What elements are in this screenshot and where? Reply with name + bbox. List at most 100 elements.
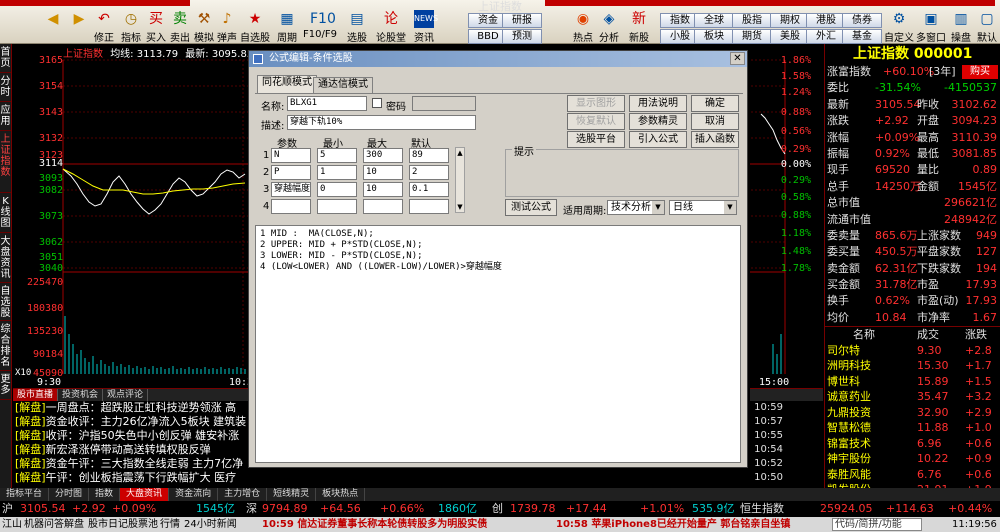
- toolbar-sell-button[interactable]: 卖卖出: [167, 10, 193, 44]
- param-min-input[interactable]: [317, 199, 357, 214]
- left-tab-ranking[interactable]: 综合排名: [0, 321, 11, 371]
- stock-row[interactable]: 九鼎投资 32.90 +2.9: [825, 405, 1000, 421]
- toolbar-period-button[interactable]: ▦ 周期: [274, 10, 300, 44]
- show-chart-button[interactable]: 显示图形: [567, 95, 625, 112]
- tab-ths-mode[interactable]: 同花顺模式: [257, 75, 317, 93]
- left-tab-home[interactable]: 首页: [0, 44, 11, 73]
- stock-row[interactable]: 智慧松德 11.88 +1.0: [825, 420, 1000, 436]
- bottom-item[interactable]: 股市日记: [88, 517, 128, 532]
- toolbar-forum-button[interactable]: 论论股堂: [374, 10, 408, 44]
- ticker-news-1[interactable]: 10:59 信达证券董事长称本轮债转股多为明股实债: [262, 517, 487, 532]
- bottom-item[interactable]: 机器问答: [24, 517, 64, 532]
- param-name-input[interactable]: [271, 199, 311, 214]
- param-max-input[interactable]: [363, 199, 403, 214]
- toolbar-news-button[interactable]: NEWS 资讯: [410, 10, 438, 44]
- period-select[interactable]: 日线 ▼: [669, 200, 737, 215]
- param-tune-button[interactable]: 参数精灵: [629, 113, 687, 130]
- mini-button-forex[interactable]: 外汇: [806, 29, 846, 44]
- bottom-item[interactable]: 24小时新闻: [184, 517, 237, 532]
- scroll-down-icon[interactable]: ▼: [456, 202, 464, 212]
- toolbar-custom-button[interactable]: ⚙ 自定义: [884, 10, 914, 44]
- left-tab-watchlist[interactable]: 自选股: [0, 283, 11, 321]
- usage-button[interactable]: 用法说明: [629, 95, 687, 112]
- toolbar-indicator-button[interactable]: ◷ 指标: [118, 10, 144, 44]
- stock-row[interactable]: 洲明科技 15.30 +1.7: [825, 358, 1000, 374]
- mini-button-bonds[interactable]: 债券: [842, 13, 882, 28]
- ticker-news-2[interactable]: 10:58 苹果iPhone8已经开始量产 郭台铭亲自坐镇: [556, 517, 790, 532]
- toolbar-default-layout-button[interactable]: ▢默认版: [974, 10, 1000, 59]
- stock-row[interactable]: 博世科 15.89 +1.5: [825, 374, 1000, 390]
- bottom-tab-active[interactable]: 大盘资讯: [120, 488, 170, 501]
- toolbar-ipo-button[interactable]: 新新股: [622, 10, 656, 44]
- mini-button-futures[interactable]: 期货: [732, 29, 772, 44]
- left-tab-shanghai-index[interactable]: 上证指数: [0, 131, 11, 193]
- param-max-input[interactable]: 10: [363, 165, 403, 180]
- param-min-input[interactable]: 5: [317, 148, 357, 163]
- toolbar-correct-button[interactable]: ↶ 修正: [90, 10, 118, 44]
- stock-row[interactable]: 神宇股份 10.22 +0.9: [825, 451, 1000, 467]
- stock-row[interactable]: 司尔特 9.30 +2.8: [825, 343, 1000, 359]
- news-tab-opinion[interactable]: 观点评论: [103, 389, 149, 401]
- param-name-input[interactable]: N: [271, 148, 311, 163]
- code-search-input[interactable]: 代码/简拼/功能: [832, 518, 922, 531]
- param-default-input[interactable]: 0.1: [409, 182, 449, 197]
- bottom-item[interactable]: 江山: [2, 517, 22, 532]
- toolbar-watchlist-button[interactable]: ★ 自选股: [240, 10, 270, 44]
- mini-button-us[interactable]: 美股: [770, 29, 810, 44]
- bottom-item[interactable]: 行情: [160, 517, 180, 532]
- stock-row[interactable]: 泰胜风能 6.76 +0.6: [825, 467, 1000, 483]
- forward-button[interactable]: ▶: [66, 10, 92, 42]
- left-tab-more[interactable]: 更多: [0, 371, 11, 400]
- news-tab-live[interactable]: 股市直播: [13, 389, 59, 401]
- bottom-tab[interactable]: 主力增仓: [218, 488, 268, 501]
- mini-button-research[interactable]: 研报: [502, 13, 542, 28]
- back-button[interactable]: ◀: [40, 10, 66, 42]
- mini-button-funds2[interactable]: 基金: [842, 29, 882, 44]
- param-default-input[interactable]: 89: [409, 148, 449, 163]
- bottom-tab[interactable]: 指数: [89, 488, 121, 501]
- mini-button-options[interactable]: 期权: [770, 13, 810, 28]
- param-min-input[interactable]: 1: [317, 165, 357, 180]
- tab-tdx-mode[interactable]: 通达信模式: [313, 77, 373, 93]
- param-max-input[interactable]: 300: [363, 148, 403, 163]
- cancel-button[interactable]: 取消: [691, 113, 739, 130]
- param-min-input[interactable]: 0: [317, 182, 357, 197]
- formula-code-editor[interactable]: 1 MID : MA(CLOSE,N); 2 UPPER: MID + P*STD…: [255, 225, 741, 463]
- news-item[interactable]: [解盘]午评：创业板指震荡下行跌幅扩大 医疗 10:50: [13, 471, 823, 485]
- mini-button-sector[interactable]: 板块: [694, 29, 734, 44]
- mini-button-futures-index[interactable]: 股指: [732, 13, 772, 28]
- param-default-input[interactable]: [409, 199, 449, 214]
- left-tab-apps[interactable]: 应用: [0, 102, 11, 131]
- toolbar-analysis-button[interactable]: ◈ 分析: [596, 10, 622, 44]
- mini-button-hk[interactable]: 港股: [806, 13, 846, 28]
- insert-function-button[interactable]: 插入函数: [691, 131, 739, 148]
- param-scrollbar[interactable]: ▲ ▼: [455, 147, 465, 213]
- param-name-input[interactable]: 穿越幅度: [271, 182, 311, 197]
- toolbar-multiwindow-button[interactable]: ▣ 多窗口: [916, 10, 946, 44]
- ok-button[interactable]: 确定: [691, 95, 739, 112]
- desc-input[interactable]: 穿越下轨10%: [287, 115, 476, 130]
- scroll-up-icon[interactable]: ▲: [456, 148, 464, 158]
- buy-button[interactable]: 购买: [962, 65, 998, 79]
- name-input[interactable]: BLXG1: [287, 96, 367, 111]
- mini-button-forecast[interactable]: 预测: [502, 29, 542, 44]
- dialog-titlebar[interactable]: 公式编辑-条件选股 ✕: [249, 51, 747, 67]
- restore-default-button[interactable]: 恢复默认: [567, 113, 625, 130]
- password-checkbox[interactable]: [372, 98, 382, 108]
- toolbar-trade-button[interactable]: ▥ 操盘: [948, 10, 974, 44]
- password-input[interactable]: [412, 96, 476, 111]
- param-name-input[interactable]: P: [271, 165, 311, 180]
- stock-row[interactable]: 锦富技术 6.96 +0.6: [825, 436, 1000, 452]
- pick-platform-button[interactable]: 选股平台: [567, 131, 625, 148]
- left-tab-market-news[interactable]: 大盘资讯: [0, 233, 11, 283]
- bottom-tab[interactable]: 短线精灵: [267, 488, 317, 501]
- bottom-item[interactable]: 解盘: [64, 517, 84, 532]
- close-button[interactable]: ✕: [730, 52, 745, 65]
- toolbar-hot-button[interactable]: ◉ 热点: [570, 10, 596, 44]
- news-tab-opportunity[interactable]: 投资机会: [58, 389, 104, 401]
- analysis-type-select[interactable]: 技术分析 ▼: [607, 200, 665, 215]
- bottom-tab[interactable]: 资金流向: [169, 488, 219, 501]
- mini-button-global[interactable]: 全球: [694, 13, 734, 28]
- bottom-tab[interactable]: 分时图: [49, 488, 90, 501]
- bottom-tab[interactable]: 指标平台: [0, 488, 50, 501]
